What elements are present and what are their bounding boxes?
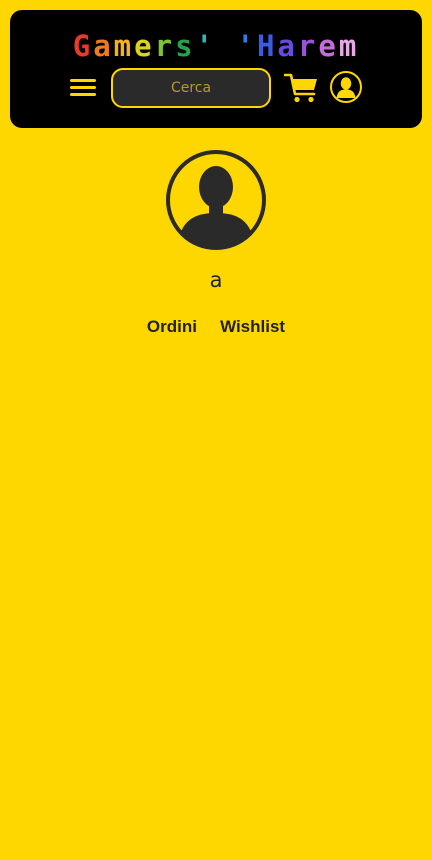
profile-username: a [209, 268, 223, 292]
logo-letter: a [93, 29, 114, 63]
profile-links: Ordini Wishlist [0, 316, 432, 338]
menu-bar [70, 79, 96, 82]
orders-link[interactable]: Ordini [147, 316, 197, 338]
logo-letter: H [256, 29, 278, 63]
search-input[interactable] [111, 68, 271, 108]
logo-letter: r [297, 29, 319, 63]
logo-letter: m [338, 29, 360, 63]
logo-letter: G [72, 29, 94, 63]
site-header: Gamers' 'Harem [10, 10, 422, 128]
site-logo[interactable]: Gamers' 'Harem [10, 28, 422, 64]
shopping-cart-icon [283, 73, 317, 103]
menu-bar [70, 93, 96, 96]
cart-button[interactable] [283, 72, 320, 104]
menu-bar [70, 86, 96, 89]
logo-letter: r [154, 29, 176, 63]
logo-letter: e [134, 29, 155, 63]
user-avatar-icon [165, 149, 267, 251]
logo-letter: s [175, 29, 196, 63]
logo-letter: e [318, 29, 339, 63]
hamburger-menu-icon[interactable] [70, 76, 98, 100]
logo-letter: a [277, 29, 298, 63]
logo-letter: ' [195, 29, 216, 63]
user-account-button[interactable] [330, 71, 362, 103]
user-account-icon [330, 71, 362, 103]
logo-letter: m [113, 29, 135, 63]
logo-letter [216, 28, 236, 64]
logo-letter: ' [236, 29, 257, 63]
wishlist-link[interactable]: Wishlist [220, 316, 285, 338]
